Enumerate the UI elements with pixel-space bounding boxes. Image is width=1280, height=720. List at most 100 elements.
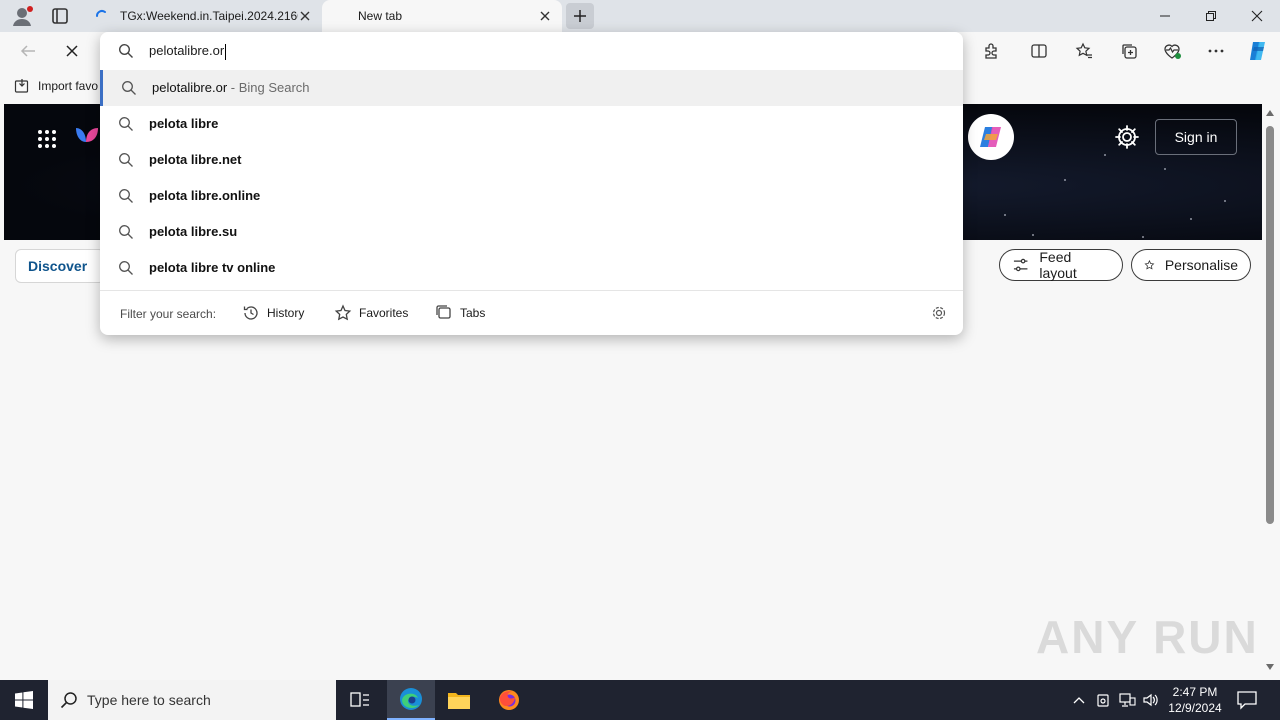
suggestion-text: pelota libre: [149, 116, 219, 131]
search-icon: [119, 261, 133, 275]
filter-tabs-button[interactable]: Tabs: [435, 303, 485, 323]
import-favorites-button[interactable]: Import favo: [14, 78, 98, 94]
scroll-down-icon[interactable]: [1266, 664, 1274, 670]
settings-more-button[interactable]: [1206, 41, 1226, 61]
close-tab-icon[interactable]: [538, 9, 552, 23]
close-window-button[interactable]: [1234, 0, 1280, 32]
feed-layout-label: Feed layout: [1039, 249, 1077, 281]
back-arrow-icon: [20, 45, 35, 57]
personalise-button[interactable]: Personalise: [1131, 249, 1251, 281]
favorites-button[interactable]: [1074, 41, 1094, 61]
suggestion-text: pelota libre tv online: [149, 260, 276, 275]
taskbar-search-box[interactable]: Type here to search: [48, 680, 336, 720]
address-bar-dropdown: pelotalibre.or pelotalibre.or - Bing Sea…: [100, 32, 963, 335]
task-view-icon: [350, 692, 369, 707]
minimize-button[interactable]: [1142, 0, 1188, 32]
import-favorites-label: Import favo: [38, 79, 99, 93]
page-scrollbar[interactable]: [1262, 104, 1280, 676]
start-button[interactable]: [0, 680, 48, 720]
copilot-icon: [1250, 42, 1265, 60]
restore-button[interactable]: [1188, 0, 1234, 32]
folder-icon: [448, 693, 470, 709]
taskbar: Type here to search 2:47 PM 12/9/2024: [0, 680, 1280, 720]
taskbar-clock[interactable]: 2:47 PM 12/9/2024: [1162, 684, 1228, 716]
suggestion-text: pelota libre.net: [149, 152, 242, 167]
suggestion-text: pelota libre.su: [149, 224, 238, 239]
collections-button[interactable]: [1119, 41, 1139, 61]
page-settings-icon[interactable]: [1114, 124, 1140, 150]
network-icon[interactable]: [1118, 691, 1136, 709]
filter-favorites-button[interactable]: Favorites: [334, 303, 408, 323]
browser-essentials-button[interactable]: [1162, 41, 1182, 61]
search-icon: [119, 153, 133, 167]
filter-favorites-label: Favorites: [359, 306, 409, 320]
discover-tab[interactable]: Discover: [15, 249, 105, 283]
copilot-hero-button[interactable]: [968, 114, 1014, 160]
edge-icon: [400, 688, 422, 710]
search-icon: [119, 225, 133, 239]
notifications-icon[interactable]: [1236, 690, 1258, 710]
profile-avatar-icon[interactable]: [10, 5, 34, 27]
suggestion-item[interactable]: pelotalibre.or - Bing Search: [100, 70, 963, 106]
personalise-label: Personalise: [1164, 257, 1238, 273]
windows-logo-icon: [15, 691, 33, 709]
search-icon: [119, 189, 133, 203]
tray-overflow-icon[interactable]: [1070, 691, 1088, 709]
taskbar-firefox[interactable]: [485, 680, 533, 720]
search-icon: [118, 43, 133, 58]
plus-icon: [574, 10, 586, 22]
clock-date: 12/9/2024: [1168, 701, 1222, 715]
search-icon: [119, 117, 133, 131]
suggestion-item[interactable]: pelota libre.net: [100, 142, 963, 178]
sliders-icon: [1013, 258, 1028, 272]
close-tab-icon[interactable]: [298, 9, 312, 23]
history-icon: [243, 306, 258, 320]
tab-title: New tab: [358, 9, 403, 23]
tabs-icon: [436, 305, 451, 319]
search-settings-icon[interactable]: [930, 304, 948, 322]
tray-device-icon[interactable]: [1094, 691, 1112, 709]
copilot-button[interactable]: [1246, 39, 1270, 63]
suggestion-item[interactable]: pelota libre.su: [100, 214, 963, 250]
sign-in-button[interactable]: Sign in: [1155, 119, 1237, 155]
stop-loading-button[interactable]: [62, 41, 82, 61]
filter-history-button[interactable]: History: [242, 303, 304, 323]
suggestion-text: pelotalibre.or: [152, 80, 228, 95]
import-icon: [14, 79, 29, 93]
address-bar-value: pelotalibre.or: [149, 43, 225, 58]
volume-icon[interactable]: [1142, 691, 1160, 709]
filter-tabs-label: Tabs: [460, 306, 486, 320]
apps-grid-icon[interactable]: [36, 128, 58, 150]
new-tab-button[interactable]: [566, 3, 594, 29]
tab-new-tab[interactable]: New tab: [322, 0, 562, 32]
firefox-icon: [499, 690, 519, 710]
clock-time: 2:47 PM: [1172, 685, 1218, 699]
extensions-button[interactable]: [981, 41, 1001, 61]
tab-actions-icon[interactable]: [50, 6, 70, 26]
divider: [100, 290, 963, 291]
feed-layout-button[interactable]: Feed layout: [999, 249, 1123, 281]
suggestion-item[interactable]: pelota libre: [100, 106, 963, 142]
back-button[interactable]: [18, 41, 38, 61]
suggestion-item[interactable]: pelota libre tv online: [100, 250, 963, 286]
taskbar-file-explorer[interactable]: [435, 680, 483, 720]
tab-title: TGx:Weekend.in.Taipei.2024.2160p: [120, 9, 298, 23]
suggestion-text: pelota libre.online: [149, 188, 261, 203]
text-caret: [225, 43, 227, 60]
taskbar-search-placeholder: Type here to search: [87, 692, 211, 708]
restore-icon: [1206, 11, 1216, 21]
suggestion-item[interactable]: pelota libre.online: [100, 178, 963, 214]
search-filter-row: Filter your search: History Favorites Ta…: [100, 292, 963, 334]
split-screen-button[interactable]: [1029, 41, 1049, 61]
scroll-up-icon[interactable]: [1266, 110, 1274, 116]
task-view-button[interactable]: [336, 680, 384, 720]
scroll-thumb[interactable]: [1266, 126, 1274, 524]
heartbeat-icon: [1164, 44, 1181, 59]
more-icon: [1208, 49, 1224, 53]
suggestion-source: - Bing Search: [227, 80, 310, 95]
tab-torrent[interactable]: TGx:Weekend.in.Taipei.2024.2160p: [84, 0, 322, 32]
address-bar-input[interactable]: pelotalibre.or: [100, 32, 963, 70]
close-icon: [66, 45, 78, 57]
taskbar-edge[interactable]: [387, 680, 435, 720]
tab-bar: TGx:Weekend.in.Taipei.2024.2160p New tab: [0, 0, 1280, 32]
